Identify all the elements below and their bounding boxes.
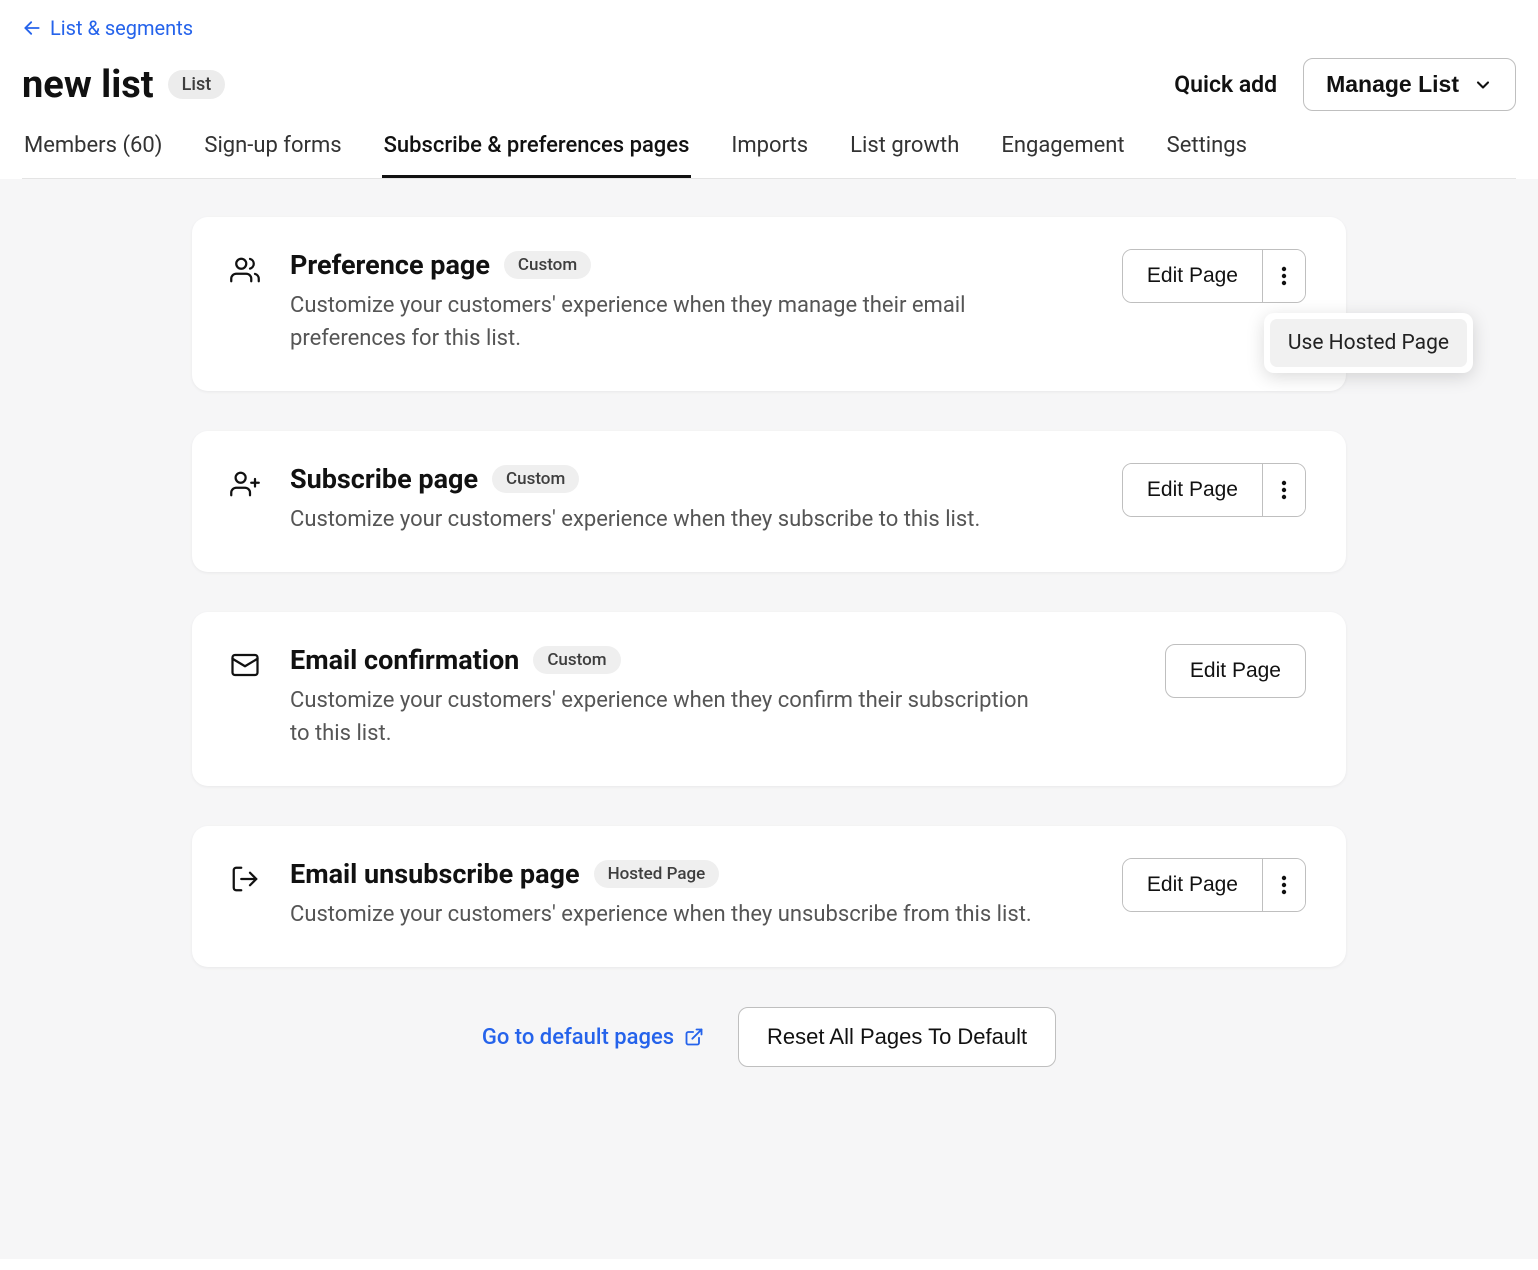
breadcrumb-label: List & segments [50, 16, 193, 40]
mail-icon [230, 650, 260, 680]
breadcrumb[interactable]: List & segments [22, 16, 193, 40]
card-action-group: Edit Page [1122, 463, 1306, 517]
card-tag: Hosted Page [594, 860, 720, 888]
card-email-confirmation: Email confirmation Custom Customize your c… [192, 612, 1346, 786]
edit-page-button[interactable]: Edit Page [1123, 464, 1262, 516]
tabs: Members (60) Sign-up forms Subscribe & pre… [22, 133, 1516, 179]
quick-add-button[interactable]: Quick add [1174, 71, 1277, 98]
tab-sign-up-forms[interactable]: Sign-up forms [202, 133, 343, 178]
more-vertical-icon [1281, 873, 1287, 897]
edit-page-button[interactable]: Edit Page [1165, 644, 1306, 698]
more-vertical-icon [1281, 478, 1287, 502]
card-description: Customize your customers' experience whe… [290, 898, 1040, 931]
use-hosted-page-option[interactable]: Use Hosted Page [1270, 319, 1467, 367]
go-to-default-pages-label: Go to default pages [482, 1025, 674, 1050]
chevron-down-icon [1473, 75, 1493, 95]
external-link-icon [684, 1027, 704, 1047]
tab-list-growth[interactable]: List growth [848, 133, 961, 178]
card-subscribe-page: Subscribe page Custom Customize your custo… [192, 431, 1346, 572]
card-tag: Custom [492, 465, 579, 493]
person-plus-icon [230, 469, 260, 499]
tab-imports[interactable]: Imports [729, 133, 810, 178]
card-preference-page: Preference page Custom Customize your cust… [192, 217, 1346, 391]
manage-list-button[interactable]: Manage List [1303, 58, 1516, 111]
arrow-left-icon [22, 18, 42, 38]
more-options-button[interactable] [1262, 464, 1305, 516]
manage-list-label: Manage List [1326, 71, 1459, 98]
tab-engagement[interactable]: Engagement [999, 133, 1126, 178]
list-badge: List [168, 70, 226, 99]
logout-icon [230, 864, 260, 894]
card-tag: Custom [504, 251, 591, 279]
tab-settings[interactable]: Settings [1165, 133, 1249, 178]
card-title: Email confirmation [290, 644, 519, 676]
card-action-group: Edit Page [1122, 858, 1306, 912]
more-options-button[interactable] [1262, 859, 1305, 911]
edit-page-button[interactable]: Edit Page [1123, 859, 1262, 911]
reset-all-pages-button[interactable]: Reset All Pages To Default [738, 1007, 1056, 1067]
more-vertical-icon [1281, 264, 1287, 288]
group-icon [230, 255, 260, 285]
more-options-dropdown: Use Hosted Page [1264, 313, 1473, 373]
card-title: Subscribe page [290, 463, 478, 495]
more-options-button[interactable] [1262, 250, 1305, 302]
tab-subscribe-preferences-pages[interactable]: Subscribe & preferences pages [382, 133, 692, 178]
go-to-default-pages-link[interactable]: Go to default pages [482, 1025, 704, 1050]
card-email-unsubscribe-page: Email unsubscribe page Hosted Page Customi… [192, 826, 1346, 967]
card-description: Customize your customers' experience whe… [290, 684, 1040, 750]
card-title: Email unsubscribe page [290, 858, 580, 890]
page-title: new list [22, 63, 154, 107]
edit-page-button[interactable]: Edit Page [1123, 250, 1262, 302]
card-tag: Custom [533, 646, 620, 674]
tab-members-60[interactable]: Members (60) [22, 133, 164, 178]
card-title: Preference page [290, 249, 490, 281]
card-description: Customize your customers' experience whe… [290, 503, 1040, 536]
card-action-group: Edit Page [1122, 249, 1306, 303]
card-description: Customize your customers' experience whe… [290, 289, 1040, 355]
